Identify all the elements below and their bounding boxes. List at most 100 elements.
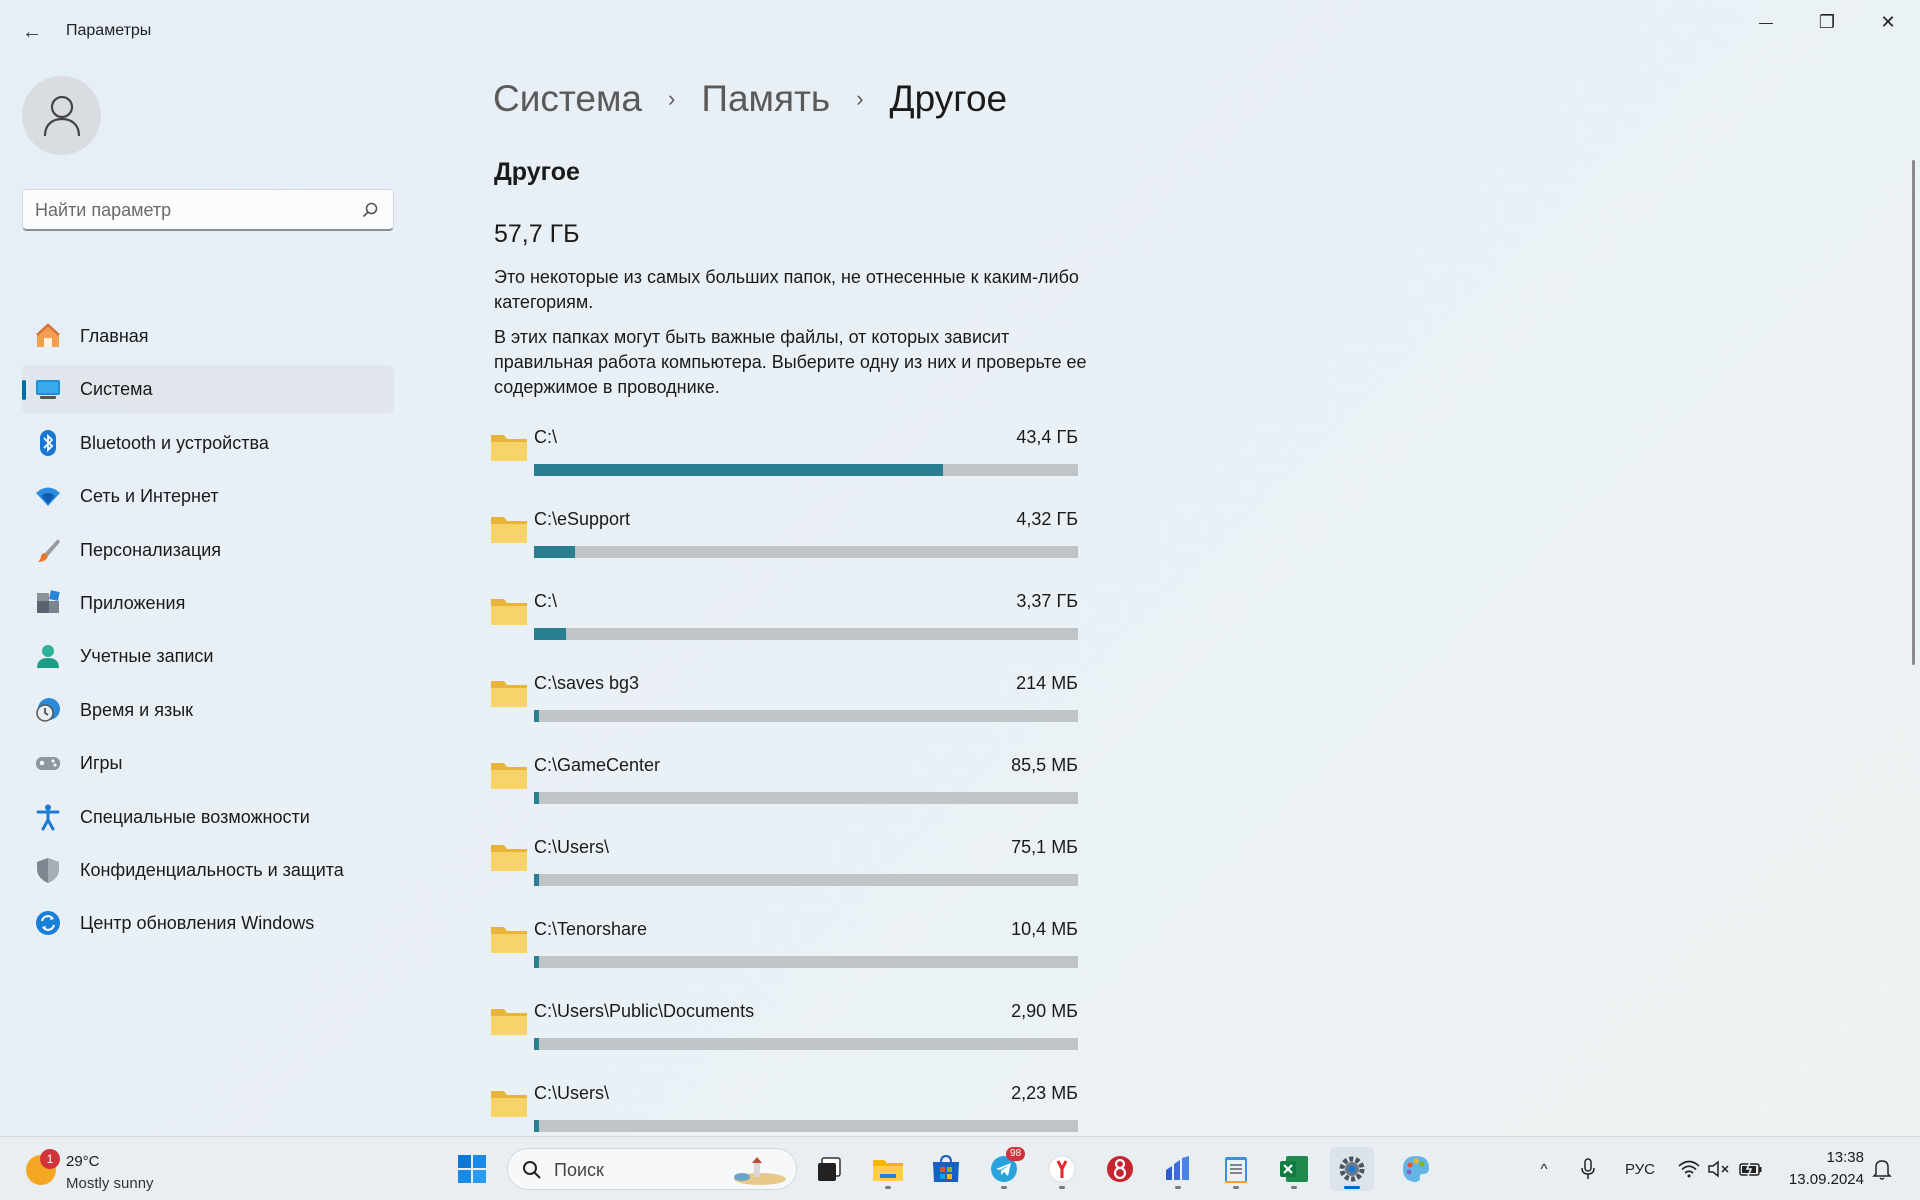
sidebar-item-windows-update[interactable]: Центр обновления Windows: [22, 899, 394, 947]
battery-button[interactable]: [1736, 1137, 1766, 1200]
folder-row[interactable]: C:\ 43,4 ГБ: [488, 423, 1080, 505]
sidebar-item-accounts[interactable]: Учетные записи: [22, 632, 394, 680]
sidebar-item-system[interactable]: Система: [22, 365, 394, 414]
folder-row[interactable]: C:\Users\Public\Documents 2,90 МБ: [488, 997, 1080, 1079]
taskbar-search[interactable]: Поиск: [507, 1148, 797, 1190]
back-arrow-icon: ←: [22, 20, 42, 43]
folder-row[interactable]: C:\GameCenter 85,5 МБ: [488, 751, 1080, 833]
search-icon[interactable]: [361, 201, 379, 219]
taskbar-settings[interactable]: [1330, 1147, 1374, 1191]
taskbar-paint[interactable]: [1394, 1147, 1438, 1191]
sidebar-item-home[interactable]: Главная: [22, 312, 394, 360]
running-indicator: [1001, 1186, 1007, 1189]
folder-row[interactable]: C:\ 3,37 ГБ: [488, 587, 1080, 669]
microsoft-store-icon: [933, 1154, 959, 1182]
sidebar-item-gaming[interactable]: Игры: [22, 739, 394, 787]
folder-row[interactable]: C:\Users\ 75,1 МБ: [488, 833, 1080, 915]
taskbar-explorer[interactable]: [866, 1147, 910, 1191]
notification-bell-icon[interactable]: [1870, 1157, 1894, 1181]
clock-time: 13:38: [1826, 1149, 1864, 1166]
folder-icon: [491, 927, 527, 953]
speaker-muted-icon: [1708, 1160, 1729, 1178]
description-text: В этих папках могут быть важные файлы, о…: [494, 327, 1087, 397]
folder-size: 214 МБ: [1016, 673, 1078, 693]
sidebar-item-label: Приложения: [80, 592, 186, 613]
minimize-button[interactable]: —: [1736, 4, 1796, 40]
settings-search-box[interactable]: [22, 189, 394, 231]
notification-badge: 1: [40, 1149, 60, 1169]
breadcrumb-system[interactable]: Система: [493, 78, 642, 120]
red-app-icon: [1107, 1156, 1133, 1182]
breadcrumb-storage[interactable]: Память: [701, 78, 830, 120]
usage-bar-fill: [534, 956, 539, 968]
input-language: РУС: [1624, 1160, 1656, 1178]
wifi-icon: [1678, 1160, 1700, 1178]
sidebar-item-network[interactable]: Сеть и Интернет: [22, 472, 394, 520]
usage-bar-fill: [534, 710, 539, 722]
tray-overflow-button[interactable]: ^: [1532, 1137, 1556, 1200]
clock-date: 13.09.2024: [1788, 1171, 1864, 1188]
usage-bar: [534, 874, 1078, 886]
chevron-right-icon: ›: [856, 86, 864, 111]
network-button[interactable]: [1674, 1137, 1704, 1200]
taskbar-app-red[interactable]: [1098, 1147, 1142, 1191]
folder-row[interactable]: C:\Tenorshare 10,4 МБ: [488, 915, 1080, 997]
analytics-icon: [1166, 1156, 1189, 1180]
user-avatar[interactable]: [22, 76, 101, 155]
running-indicator: [1059, 1186, 1065, 1189]
sidebar-item-label: Сеть и Интернет: [80, 486, 219, 507]
taskbar-analytics[interactable]: [1156, 1147, 1200, 1191]
volume-button[interactable]: [1706, 1137, 1732, 1200]
input-language-button[interactable]: РУС: [1618, 1137, 1662, 1200]
update-icon: [34, 909, 62, 937]
weather-widget[interactable]: 1 29°C Mostly sunny: [26, 1145, 176, 1193]
task-view-button[interactable]: [808, 1147, 852, 1191]
folder-row[interactable]: C:\eSupport 4,32 ГБ: [488, 505, 1080, 587]
taskbar-store[interactable]: [924, 1147, 968, 1191]
person-icon: [43, 95, 80, 136]
sidebar-item-personalization[interactable]: Персонализация: [22, 526, 394, 574]
close-button[interactable]: ✕: [1858, 4, 1918, 40]
sidebar-item-label: Персонализация: [80, 539, 222, 560]
battery-charging-icon: [1739, 1161, 1762, 1177]
start-button[interactable]: [450, 1147, 494, 1191]
running-indicator: [1291, 1186, 1297, 1189]
sidebar-item-privacy[interactable]: Конфиденциальность и защита: [22, 846, 394, 894]
folder-size: 2,23 МБ: [1011, 1083, 1078, 1103]
sidebar-item-accessibility[interactable]: Специальные возможности: [22, 793, 394, 841]
sidebar-item-label: Система: [80, 379, 153, 400]
wifi-icon: [34, 482, 62, 510]
sidebar-item-label: Главная: [80, 326, 149, 346]
paint-icon: [1403, 1156, 1429, 1182]
chevron-right-icon: ›: [668, 86, 676, 111]
folder-path: C:\Users\: [534, 837, 610, 857]
folder-path: C:\: [534, 591, 558, 611]
description-text: Это некоторые из самых больших папок, не…: [494, 267, 1079, 312]
usage-bar: [534, 464, 1078, 476]
settings-search-input[interactable]: [35, 190, 355, 230]
sidebar-item-apps[interactable]: Приложения: [22, 579, 394, 627]
folder-path: C:\saves bg3: [534, 673, 640, 693]
folder-path: C:\eSupport: [534, 509, 631, 529]
maximize-button[interactable]: ❐: [1797, 4, 1857, 40]
folder-path: C:\: [534, 427, 558, 447]
taskbar-excel[interactable]: [1272, 1147, 1316, 1191]
sidebar-item-time-language[interactable]: Время и язык: [22, 686, 394, 734]
taskbar-notepad[interactable]: [1214, 1147, 1258, 1191]
microphone-button[interactable]: [1576, 1137, 1600, 1200]
clock[interactable]: 13:38 13.09.2024: [1780, 1147, 1864, 1191]
taskbar-yandex-browser[interactable]: [1040, 1147, 1084, 1191]
back-button[interactable]: ←: [14, 16, 50, 48]
taskbar-telegram[interactable]: 98: [982, 1147, 1026, 1191]
running-indicator: [1344, 1186, 1360, 1189]
usage-bar-fill: [534, 1038, 539, 1050]
usage-bar-fill: [534, 874, 539, 886]
taskbar: 1 29°C Mostly sunny Поиск 98 ^ РУС 13:38…: [0, 1136, 1920, 1200]
folder-row[interactable]: C:\saves bg3 214 МБ: [488, 669, 1080, 751]
sidebar-item-label: Учетные записи: [80, 646, 214, 667]
folder-icon: [491, 435, 527, 461]
scrollbar[interactable]: [1912, 160, 1915, 665]
app-title: Параметры: [66, 22, 152, 39]
usage-bar: [534, 1120, 1078, 1132]
sidebar-item-bluetooth[interactable]: Bluetooth и устройства: [22, 419, 394, 467]
